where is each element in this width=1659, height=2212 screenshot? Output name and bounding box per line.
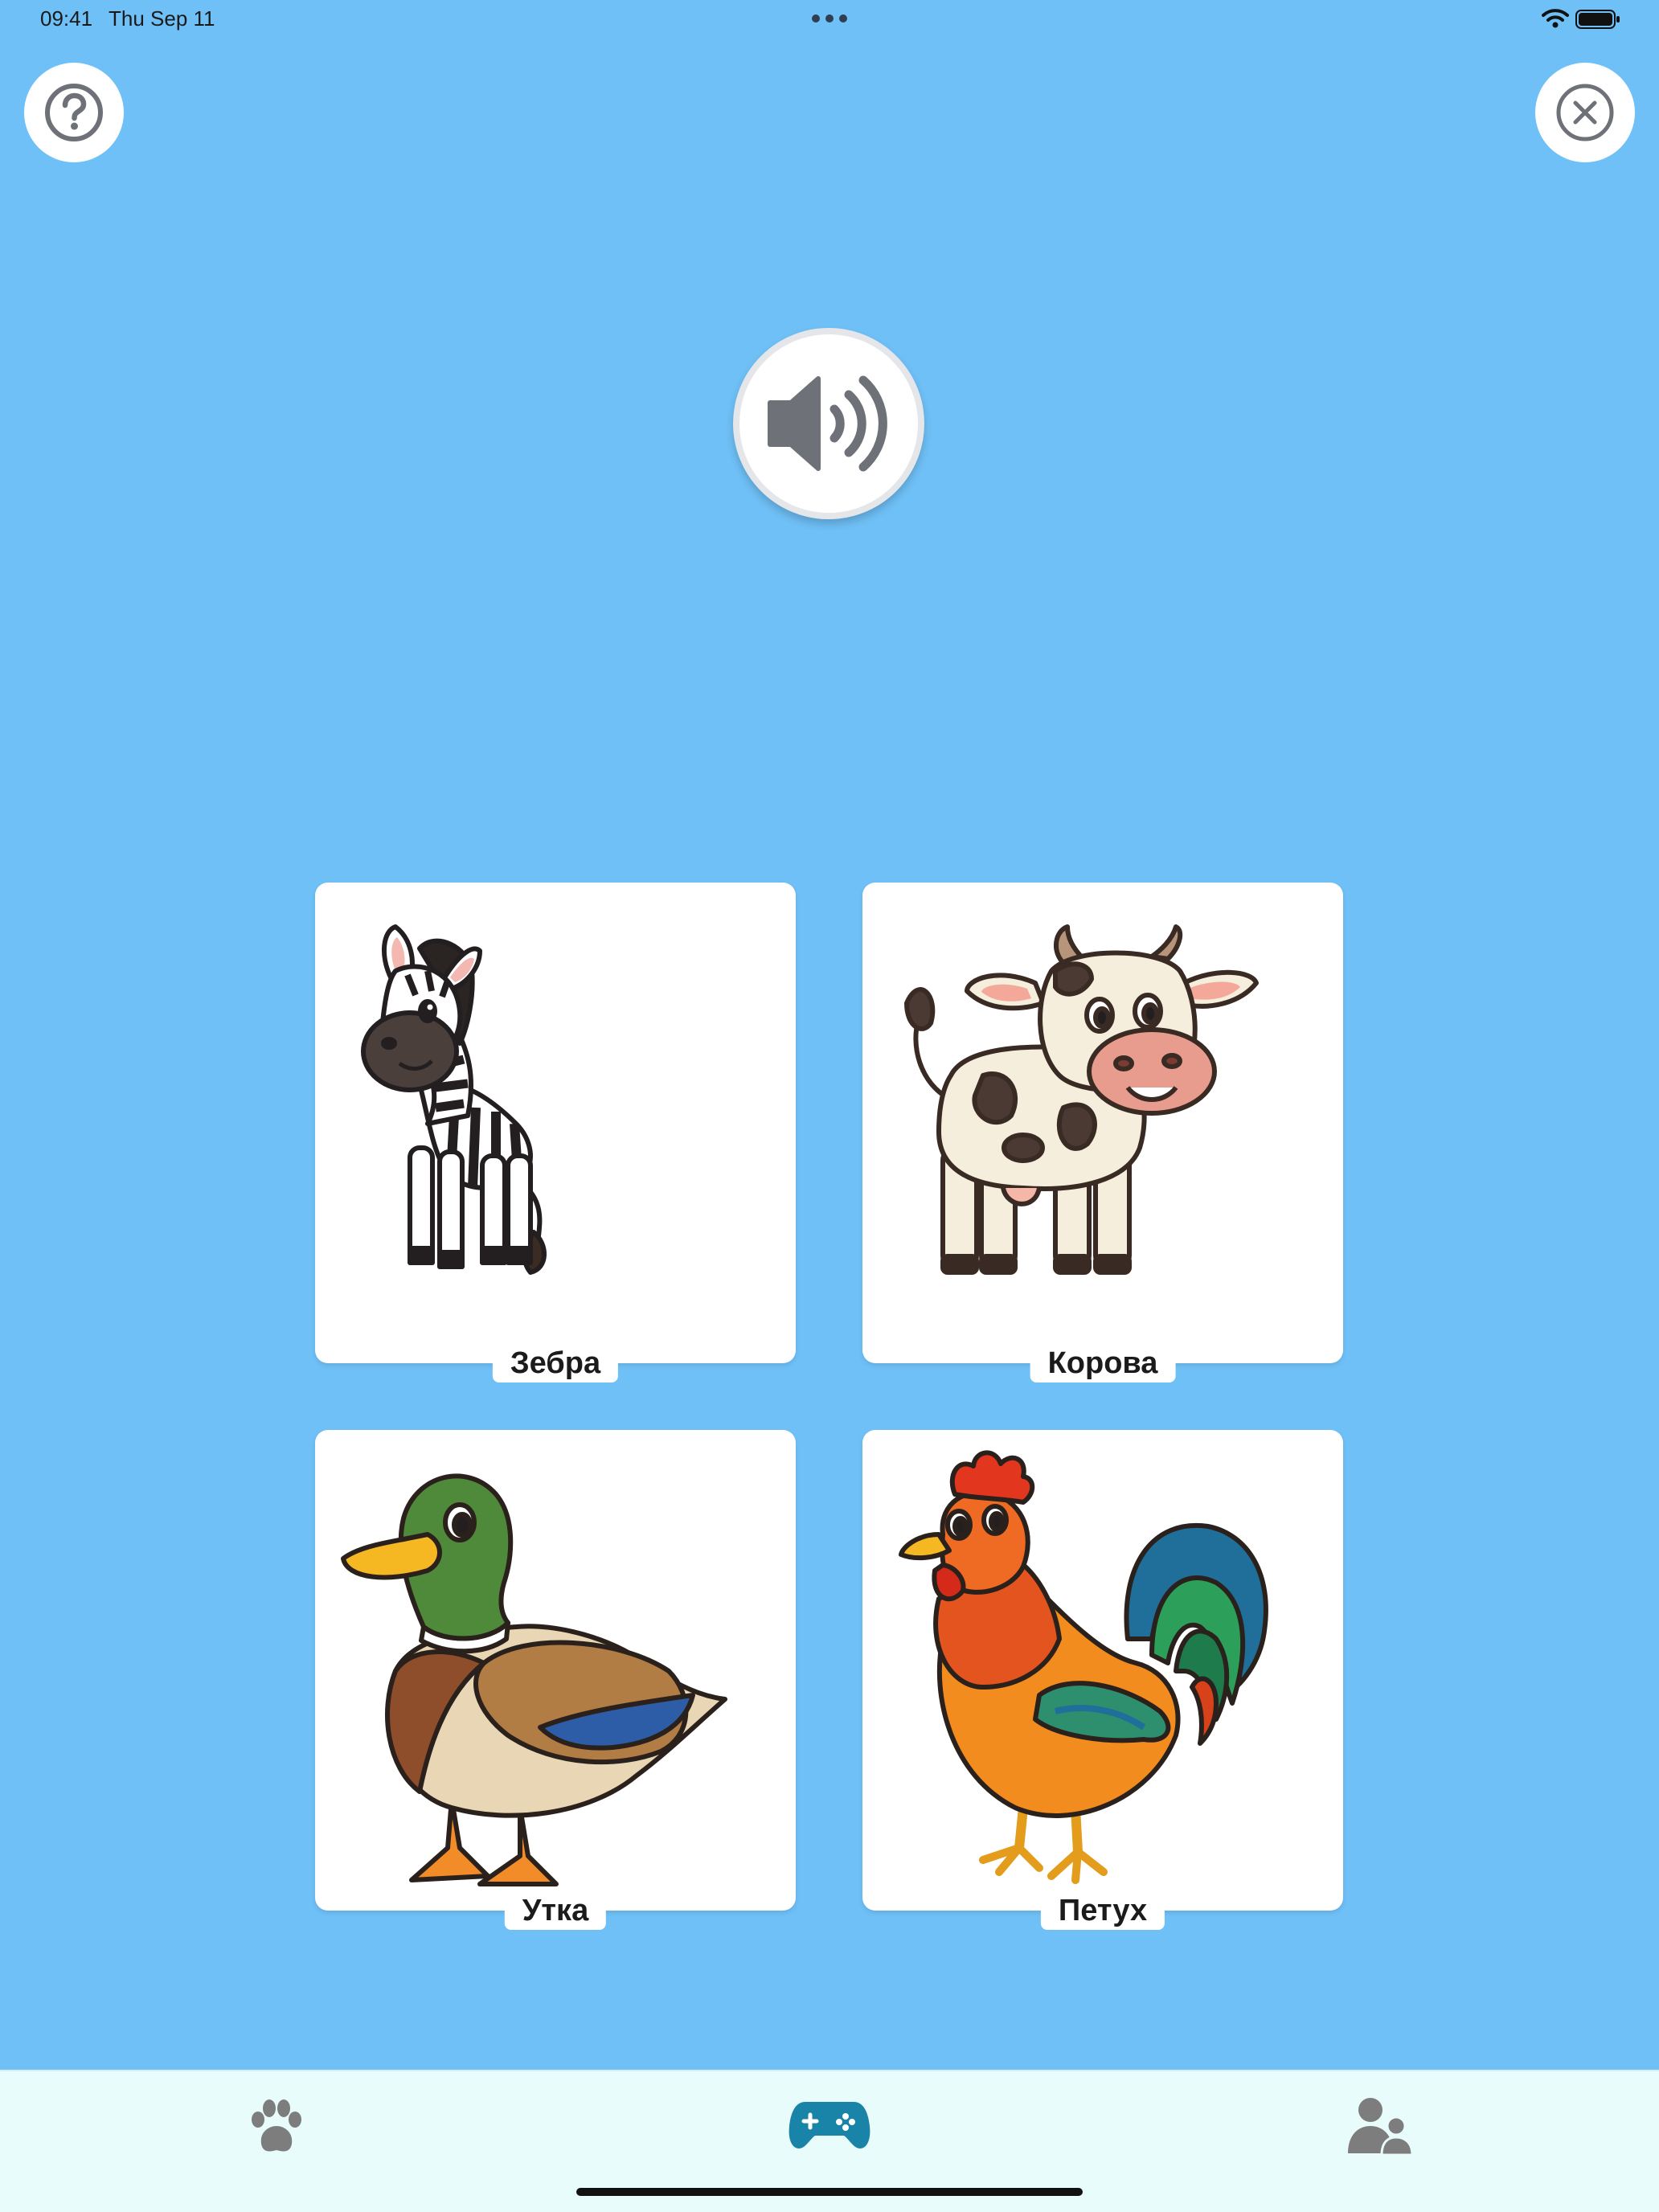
help-button[interactable] — [24, 63, 124, 162]
speaker-volume-icon — [768, 375, 887, 472]
status-date: Thu Sep 11 — [109, 6, 215, 31]
card-label: Зебра — [492, 1343, 619, 1382]
play-sound-button[interactable] — [733, 328, 924, 519]
zebra-image — [361, 924, 547, 1275]
cow-image — [904, 924, 1259, 1275]
status-time: 09:41 — [40, 6, 93, 31]
game-screen: 09:41 Thu Sep 11 Зебра Корова Утка Петух — [0, 0, 1659, 2212]
card-label: Петух — [1040, 1890, 1165, 1930]
duck-image — [341, 1473, 727, 1886]
close-circle-icon — [1556, 84, 1614, 141]
gamepad-icon — [789, 2102, 870, 2149]
battery-icon — [1575, 10, 1620, 29]
animal-card-cow[interactable]: Корова — [862, 883, 1343, 1382]
animal-card-duck[interactable]: Утка — [315, 1430, 796, 1930]
close-button[interactable] — [1535, 63, 1635, 162]
tab-animals[interactable] — [245, 2095, 306, 2164]
card-label: Утка — [504, 1890, 607, 1930]
multitasking-dots[interactable] — [812, 14, 847, 23]
paw-icon — [252, 2099, 301, 2152]
tab-games[interactable] — [788, 2095, 871, 2156]
users-icon — [1348, 2098, 1414, 2157]
home-indicator[interactable] — [576, 2188, 1083, 2196]
question-circle-icon — [45, 84, 103, 141]
tab-profile[interactable] — [1346, 2095, 1414, 2161]
animal-card-zebra[interactable]: Зебра — [315, 883, 796, 1382]
rooster-image — [899, 1450, 1268, 1884]
card-label: Корова — [1030, 1343, 1176, 1382]
animal-card-rooster[interactable]: Петух — [862, 1430, 1343, 1930]
wifi-icon — [1542, 9, 1569, 28]
